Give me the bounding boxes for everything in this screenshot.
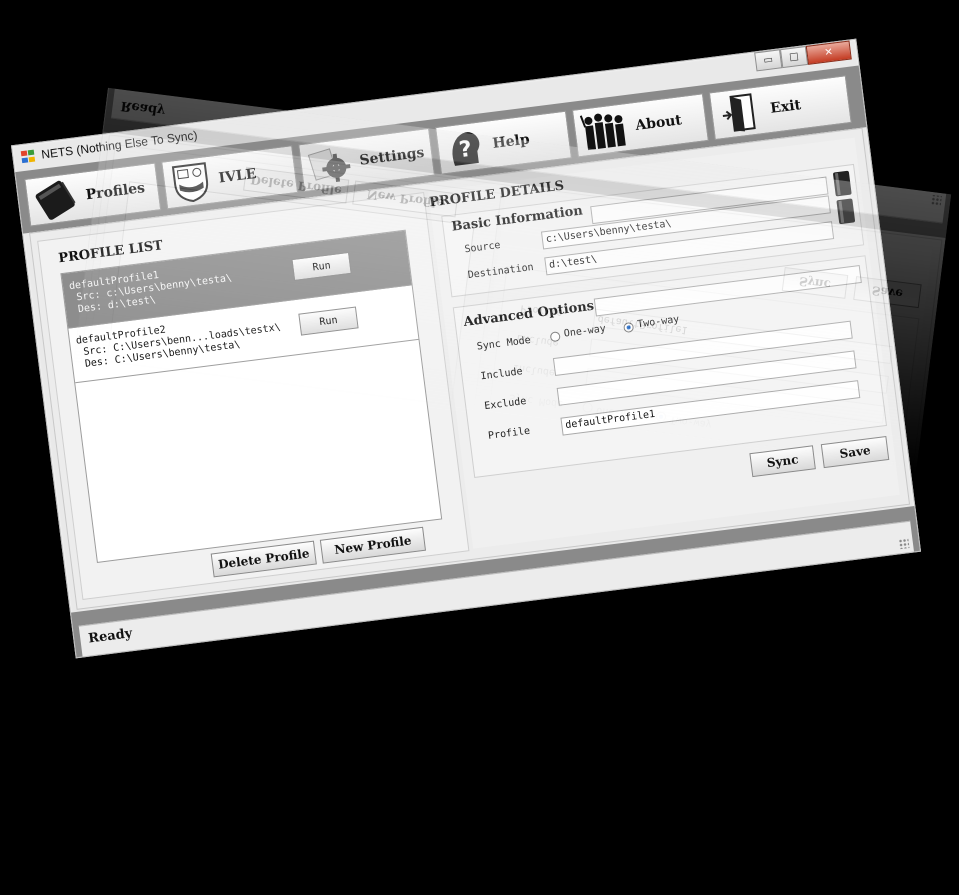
status-text: Ready xyxy=(87,626,134,647)
tab-label: Exit xyxy=(801,627,835,647)
tab-label: Settings xyxy=(358,144,426,169)
tab-exit: Exit xyxy=(741,603,885,669)
tab-help[interactable]: ? Help xyxy=(435,110,572,175)
tab-ivle[interactable]: IVLE xyxy=(161,145,299,210)
tab-label: Profiles xyxy=(84,180,146,204)
two-way-label[interactable]: Two-way xyxy=(637,314,680,330)
one-way-radio[interactable] xyxy=(549,331,561,343)
tab-exit[interactable]: Exit xyxy=(708,75,852,141)
sync-mode-label: Sync Mode xyxy=(476,334,532,353)
sync-button[interactable]: Sync xyxy=(749,445,816,478)
resize-grip-icon[interactable] xyxy=(898,538,910,550)
tab-label: Exit xyxy=(769,97,802,117)
close-button: ✕ xyxy=(838,679,885,704)
tab-settings[interactable]: Settings xyxy=(298,127,436,193)
crest-icon xyxy=(171,162,209,203)
door-exit-icon xyxy=(722,93,756,132)
run-button[interactable]: Run xyxy=(291,251,352,282)
source-label: Source xyxy=(463,239,502,256)
maximize-button: □ xyxy=(812,676,841,699)
status-text: Ready xyxy=(119,97,166,119)
tab-label: About xyxy=(634,112,683,134)
tab-label: Help xyxy=(491,131,531,152)
minimize-button[interactable]: ▭ xyxy=(754,49,783,72)
people-icon xyxy=(612,594,659,631)
gear-icon xyxy=(307,148,351,182)
desktop-background: NETS (Nothing Else To Sync) ▭ □ ✕ Profil… xyxy=(0,0,959,895)
maximize-button[interactable]: □ xyxy=(779,46,809,69)
tab-profiles[interactable]: Profiles xyxy=(24,162,162,227)
exclude-label: Exclude xyxy=(483,395,527,413)
profile-list-panel: PROFILE LIST defaultProfile1 Src: c:\Use… xyxy=(37,192,470,601)
tab-about: About xyxy=(604,586,742,651)
destination-label: Destination xyxy=(467,261,535,282)
people-icon xyxy=(579,113,626,151)
profile-label: Profile xyxy=(487,425,531,442)
notebook-icon xyxy=(35,180,76,220)
app-icon xyxy=(20,149,37,164)
door-exit-icon xyxy=(755,612,789,651)
one-way-label[interactable]: One-way xyxy=(563,323,606,339)
save-button[interactable]: Save xyxy=(820,436,890,469)
close-button[interactable]: ✕ xyxy=(805,40,852,65)
tab-label: About xyxy=(666,610,716,632)
tab-label: IVLE xyxy=(217,165,258,187)
advanced-options-title: Advanced Options xyxy=(462,298,595,331)
run-button[interactable]: Run xyxy=(298,306,359,336)
minimize-button: ▭ xyxy=(786,672,815,695)
app-window: NETS (Nothing Else To Sync) ▭ □ ✕ Profil… xyxy=(10,38,922,659)
two-way-radio[interactable] xyxy=(623,321,635,334)
include-label: Include xyxy=(479,366,524,383)
question-head-icon: ? xyxy=(452,132,480,166)
browse-source-icon[interactable] xyxy=(832,170,853,198)
profile-details-panel: PROFILE DETAILS Basic Information Source… xyxy=(428,137,900,549)
profile-list[interactable]: defaultProfile1 Src: c:\Users\benny\test… xyxy=(60,229,443,563)
resize-grip-icon xyxy=(930,194,942,207)
tab-about[interactable]: About xyxy=(571,93,709,158)
browse-destination-icon[interactable] xyxy=(835,197,856,225)
